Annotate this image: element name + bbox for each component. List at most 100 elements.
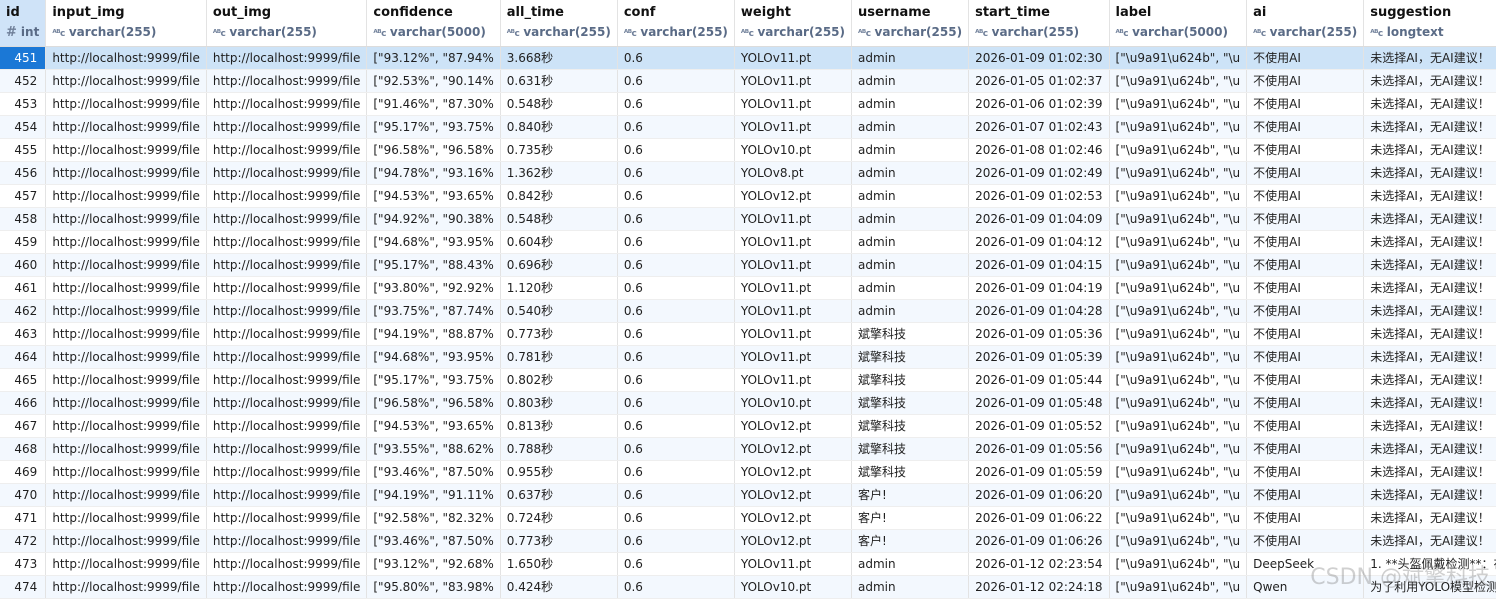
column-header-ai[interactable]: ai ᴬᴮc varchar(255) [1246,0,1365,47]
cell-start-time[interactable]: 2026-01-12 02:24:18 [968,575,1110,599]
cell-username[interactable]: 斌擎科技 [851,414,970,438]
cell-out-img[interactable]: http://localhost:9999/file [206,437,368,461]
cell-id[interactable]: 474 [0,575,47,599]
cell-ai[interactable]: 不使用AI [1246,92,1365,116]
cell-ai[interactable]: 不使用AI [1246,391,1365,415]
cell-username[interactable]: 斌擎科技 [851,460,970,484]
cell-label[interactable]: ["\u9a91\u624b", "\u [1109,345,1248,369]
cell-start-time[interactable]: 2026-01-09 01:02:53 [968,184,1110,208]
cell-label[interactable]: ["\u9a91\u624b", "\u [1109,207,1248,231]
table-row[interactable]: 453 http://localhost:9999/file http://loca… [0,92,1496,116]
cell-confidence[interactable]: ["96.58%", "96.58% [366,138,501,162]
cell-all-time[interactable]: 0.803秒 [500,391,618,415]
cell-ai[interactable]: 不使用AI [1246,460,1365,484]
cell-input-img[interactable]: http://localhost:9999/file [45,575,207,599]
cell-weight[interactable]: YOLOv12.pt [734,437,853,461]
cell-conf[interactable]: 0.6 [617,345,735,369]
cell-username[interactable]: 客户! [851,483,970,507]
cell-label[interactable]: ["\u9a91\u624b", "\u [1109,138,1248,162]
cell-id[interactable]: 466 [0,391,47,415]
cell-confidence[interactable]: ["93.80%", "92.92% [366,276,501,300]
cell-weight[interactable]: YOLOv12.pt [734,184,853,208]
cell-ai[interactable]: DeepSeek [1246,552,1365,576]
cell-weight[interactable]: YOLOv11.pt [734,230,853,254]
cell-weight[interactable]: YOLOv11.pt [734,92,853,116]
cell-id[interactable]: 452 [0,69,47,93]
cell-suggestion[interactable]: 未选择AI，无AI建议！ [1363,138,1496,162]
cell-weight[interactable]: YOLOv12.pt [734,460,853,484]
cell-suggestion[interactable]: 未选择AI，无AI建议！ [1363,368,1496,392]
cell-all-time[interactable]: 0.773秒 [500,529,618,553]
cell-all-time[interactable]: 0.840秒 [500,115,618,139]
cell-out-img[interactable]: http://localhost:9999/file [206,299,368,323]
cell-out-img[interactable]: http://localhost:9999/file [206,575,368,599]
cell-all-time[interactable]: 1.650秒 [500,552,618,576]
column-header-conf[interactable]: conf ᴬᴮc varchar(255) [617,0,735,47]
cell-id[interactable]: 465 [0,368,47,392]
table-row[interactable]: 456 http://localhost:9999/file http://loca… [0,161,1496,185]
cell-ai[interactable]: 不使用AI [1246,115,1365,139]
cell-conf[interactable]: 0.6 [617,322,735,346]
cell-conf[interactable]: 0.6 [617,138,735,162]
cell-suggestion[interactable]: 未选择AI，无AI建议！ [1363,483,1496,507]
cell-ai[interactable]: 不使用AI [1246,276,1365,300]
cell-confidence[interactable]: ["95.80%", "83.98% [366,575,501,599]
cell-all-time[interactable]: 1.120秒 [500,276,618,300]
cell-ai[interactable]: 不使用AI [1246,368,1365,392]
cell-start-time[interactable]: 2026-01-08 01:02:46 [968,138,1110,162]
cell-input-img[interactable]: http://localhost:9999/file [45,322,207,346]
table-row[interactable]: 464 http://localhost:9999/file http://loca… [0,345,1496,369]
cell-all-time[interactable]: 0.540秒 [500,299,618,323]
cell-conf[interactable]: 0.6 [617,276,735,300]
cell-ai[interactable]: 不使用AI [1246,506,1365,530]
table-row[interactable]: 458 http://localhost:9999/file http://loca… [0,207,1496,231]
cell-conf[interactable]: 0.6 [617,414,735,438]
cell-confidence[interactable]: ["93.12%", "92.68% [366,552,501,576]
cell-conf[interactable]: 0.6 [617,552,735,576]
cell-input-img[interactable]: http://localhost:9999/file [45,391,207,415]
cell-start-time[interactable]: 2026-01-09 01:04:19 [968,276,1110,300]
cell-start-time[interactable]: 2026-01-09 01:06:26 [968,529,1110,553]
column-header-id[interactable]: id # int [0,0,47,47]
cell-confidence[interactable]: ["96.58%", "96.58% [366,391,501,415]
cell-suggestion[interactable]: 未选择AI，无AI建议！ [1363,115,1496,139]
cell-label[interactable]: ["\u9a91\u624b", "\u [1109,184,1248,208]
cell-id[interactable]: 461 [0,276,47,300]
cell-confidence[interactable]: ["95.17%", "93.75% [366,115,501,139]
table-row[interactable]: 460 http://localhost:9999/file http://loca… [0,253,1496,277]
cell-username[interactable]: 客户! [851,529,970,553]
cell-id[interactable]: 467 [0,414,47,438]
cell-label[interactable]: ["\u9a91\u624b", "\u [1109,253,1248,277]
cell-confidence[interactable]: ["95.17%", "93.75% [366,368,501,392]
cell-username[interactable]: admin [851,276,970,300]
cell-weight[interactable]: YOLOv11.pt [734,276,853,300]
cell-username[interactable]: 斌擎科技 [851,368,970,392]
cell-input-img[interactable]: http://localhost:9999/file [45,46,207,70]
cell-weight[interactable]: YOLOv11.pt [734,207,853,231]
cell-suggestion[interactable]: 未选择AI，无AI建议！ [1363,506,1496,530]
cell-ai[interactable]: Qwen [1246,575,1365,599]
cell-input-img[interactable]: http://localhost:9999/file [45,115,207,139]
table-row[interactable]: 469 http://localhost:9999/file http://loca… [0,460,1496,484]
cell-confidence[interactable]: ["93.55%", "88.62% [366,437,501,461]
cell-input-img[interactable]: http://localhost:9999/file [45,345,207,369]
cell-all-time[interactable]: 0.696秒 [500,253,618,277]
cell-all-time[interactable]: 0.735秒 [500,138,618,162]
cell-suggestion[interactable]: 未选择AI，无AI建议！ [1363,460,1496,484]
cell-username[interactable]: admin [851,207,970,231]
cell-weight[interactable]: YOLOv12.pt [734,414,853,438]
cell-confidence[interactable]: ["94.78%", "93.16% [366,161,501,185]
cell-all-time[interactable]: 0.788秒 [500,437,618,461]
cell-weight[interactable]: YOLOv8.pt [734,161,853,185]
cell-conf[interactable]: 0.6 [617,529,735,553]
cell-suggestion[interactable]: 未选择AI，无AI建议！ [1363,161,1496,185]
cell-start-time[interactable]: 2026-01-12 02:23:54 [968,552,1110,576]
column-header-input-img[interactable]: input_img ᴬᴮc varchar(255) [45,0,207,47]
cell-ai[interactable]: 不使用AI [1246,207,1365,231]
cell-suggestion[interactable]: 未选择AI，无AI建议！ [1363,299,1496,323]
cell-conf[interactable]: 0.6 [617,483,735,507]
cell-all-time[interactable]: 1.362秒 [500,161,618,185]
cell-conf[interactable]: 0.6 [617,207,735,231]
table-row[interactable]: 470 http://localhost:9999/file http://loca… [0,483,1496,507]
cell-out-img[interactable]: http://localhost:9999/file [206,345,368,369]
